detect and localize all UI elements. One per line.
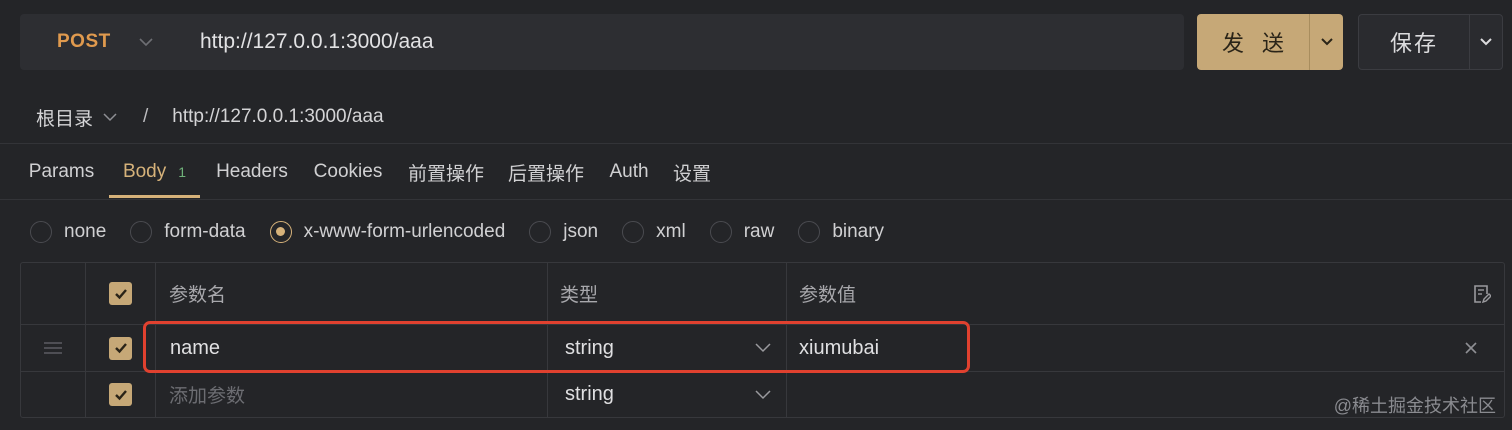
send-button-group: 发 送 (1197, 14, 1343, 70)
breadcrumb-separator: / (143, 106, 149, 127)
row-checkbox[interactable] (109, 372, 132, 417)
bulk-edit-icon[interactable] (1473, 263, 1491, 324)
header-type: 类型 (560, 285, 599, 306)
header-param-value: 参数值 (799, 285, 857, 306)
check-icon (114, 389, 127, 400)
save-button[interactable]: 保存 (1359, 15, 1469, 69)
tab-label: 设置 (672, 163, 711, 185)
radio-label: x-www-form-urlencoded (303, 221, 506, 242)
drag-handle-icon (44, 342, 62, 354)
save-button-group: 保存 (1358, 14, 1503, 70)
method-label: POST (57, 31, 111, 52)
tab-pre-operations[interactable]: 前置操作 (400, 144, 492, 200)
select-all-checkbox[interactable] (109, 263, 132, 324)
radio-binary[interactable]: binary (798, 221, 884, 243)
chevron-down-icon (1320, 38, 1333, 46)
send-button[interactable]: 发 送 (1197, 14, 1309, 70)
chevron-down-icon (1480, 38, 1492, 46)
row-checkbox[interactable] (109, 325, 132, 371)
breadcrumb-root-label: 根目录 (36, 108, 94, 130)
breadcrumb: 根目录 / http://127.0.0.1:3000/aaa (36, 104, 384, 130)
add-param-input[interactable]: 添加参数 (169, 372, 245, 417)
type-select-value: string (565, 383, 614, 405)
send-dropdown-button[interactable] (1310, 14, 1343, 70)
radio-none[interactable]: none (30, 221, 106, 243)
chevron-down-icon (103, 113, 117, 122)
tab-cookies[interactable]: Cookies (306, 144, 390, 200)
delete-row-button[interactable] (1464, 325, 1478, 371)
checkbox-checked (109, 336, 132, 360)
radio-label: raw (743, 221, 775, 242)
edit-document-icon (1474, 284, 1491, 303)
radio-label: none (64, 221, 107, 242)
table-header: 参数名 类型 参数值 (21, 263, 1504, 325)
radio-xml[interactable]: xml (622, 221, 686, 243)
close-icon (1465, 342, 1477, 354)
tab-params[interactable]: Params (22, 144, 101, 200)
radio-circle (529, 221, 552, 243)
tab-auth[interactable]: Auth (601, 144, 657, 200)
tab-label: Auth (609, 161, 649, 182)
tab-bar: Params Body 1 Headers Cookies 前置操作 后置操作 … (0, 144, 1512, 200)
body-type-radio-group: none form-data x-www-form-urlencoded jso… (30, 219, 908, 245)
radio-json[interactable]: json (529, 221, 598, 243)
radio-circle (30, 221, 52, 243)
tab-label: 前置操作 (407, 163, 484, 185)
tab-label: Params (28, 161, 95, 182)
type-select[interactable]: string (565, 372, 771, 417)
radio-raw[interactable]: raw (709, 221, 775, 243)
checkbox-checked (109, 282, 132, 305)
radio-circle (622, 221, 645, 243)
radio-x-www-form-urlencoded[interactable]: x-www-form-urlencoded (269, 221, 506, 243)
header-param-name: 参数名 (169, 285, 227, 306)
radio-circle (798, 221, 821, 243)
watermark: @稀土掘金技术社区 (1333, 396, 1496, 416)
tab-label: Cookies (313, 161, 383, 182)
breadcrumb-path[interactable]: http://127.0.0.1:3000/aaa (172, 106, 383, 128)
url-input[interactable]: http://127.0.0.1:3000/aaa (180, 30, 434, 54)
method-selector[interactable]: POST (20, 14, 180, 70)
radio-form-data[interactable]: form-data (130, 221, 246, 243)
radio-circle (130, 221, 153, 243)
check-icon (114, 343, 127, 354)
tab-body[interactable]: Body 1 (109, 144, 200, 200)
chevron-down-icon (755, 389, 771, 399)
radio-label: form-data (164, 221, 246, 242)
tab-badge: 1 (178, 164, 187, 180)
radio-label: binary (832, 221, 885, 242)
check-icon (114, 288, 127, 299)
tab-label: Headers (216, 161, 288, 182)
tab-headers[interactable]: Headers (208, 144, 296, 200)
active-tab-indicator (109, 195, 200, 198)
table-row-add: 添加参数 string (21, 372, 1504, 417)
radio-circle-selected (269, 221, 292, 243)
checkbox-checked (109, 383, 132, 406)
radio-circle (709, 221, 732, 243)
tab-settings[interactable]: 设置 (666, 144, 718, 200)
highlight-box (143, 321, 970, 373)
request-editor: POST http://127.0.0.1:3000/aaa 发 送 保存 根目… (0, 0, 1512, 430)
radio-label: xml (656, 221, 686, 242)
request-bar: POST http://127.0.0.1:3000/aaa (20, 14, 1184, 70)
radio-label: json (563, 221, 599, 242)
tab-label: Body (122, 161, 167, 182)
tab-label: 后置操作 (507, 163, 584, 185)
chevron-down-icon (139, 38, 153, 47)
save-dropdown-button[interactable] (1470, 15, 1502, 69)
drag-handle[interactable] (43, 325, 63, 371)
tab-post-operations[interactable]: 后置操作 (500, 144, 592, 200)
breadcrumb-root[interactable]: 根目录 (36, 104, 117, 131)
